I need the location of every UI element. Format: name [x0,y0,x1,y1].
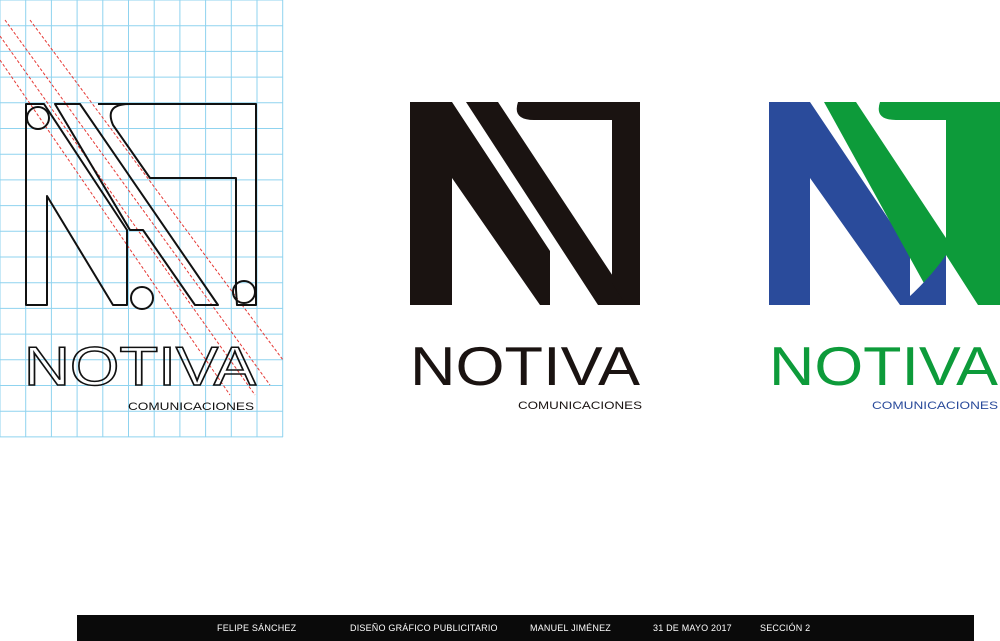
guide-line-diagonal [29,19,284,361]
construction-grid: NOTIVA COMUNICACIONES [0,0,284,438]
black-logo-svg: NOTIVA COMUNICACIONES [410,102,642,412]
color-tagline: COMUNICACIONES [872,400,998,412]
black-brand-name: NOTIVA [410,335,640,397]
color-brand-name: NOTIVA [769,335,998,397]
guide-line-diagonal [4,19,271,386]
outline-left-stroke [25,103,128,306]
footer-author: FELIPE SÁNCHEZ [217,623,297,633]
color-logo-svg: NOTIVA COMUNICACIONES [769,102,1000,412]
outline-tagline: COMUNICACIONES [128,401,254,413]
color-logo: NOTIVA COMUNICACIONES [760,95,1000,425]
outline-middle-stroke [54,103,219,306]
guide-circle-top [26,106,50,130]
black-left-stroke [410,102,550,305]
outline-right-stroke [98,103,257,306]
construction-grid-logo: NOTIVA COMUNICACIONES [0,0,284,438]
black-n-mark [410,102,640,305]
color-n-mark [769,102,1000,305]
outline-brand-name: NOTIVA [24,335,256,397]
footer-section: SECCIÓN 2 [760,623,811,633]
footer-date: 31 DE MAYO 2017 [653,623,732,633]
footer-bar: FELIPE SÁNCHEZ DISEÑO GRÁFICO PUBLICITAR… [77,615,974,641]
black-logo: NOTIVA COMUNICACIONES [400,95,650,425]
footer-course: DISEÑO GRÁFICO PUBLICITARIO [350,623,498,633]
black-tagline: COMUNICACIONES [518,400,642,412]
footer-teacher: MANUEL JIMÉNEZ [530,623,611,633]
guide-circle-bottom-left [130,286,154,310]
